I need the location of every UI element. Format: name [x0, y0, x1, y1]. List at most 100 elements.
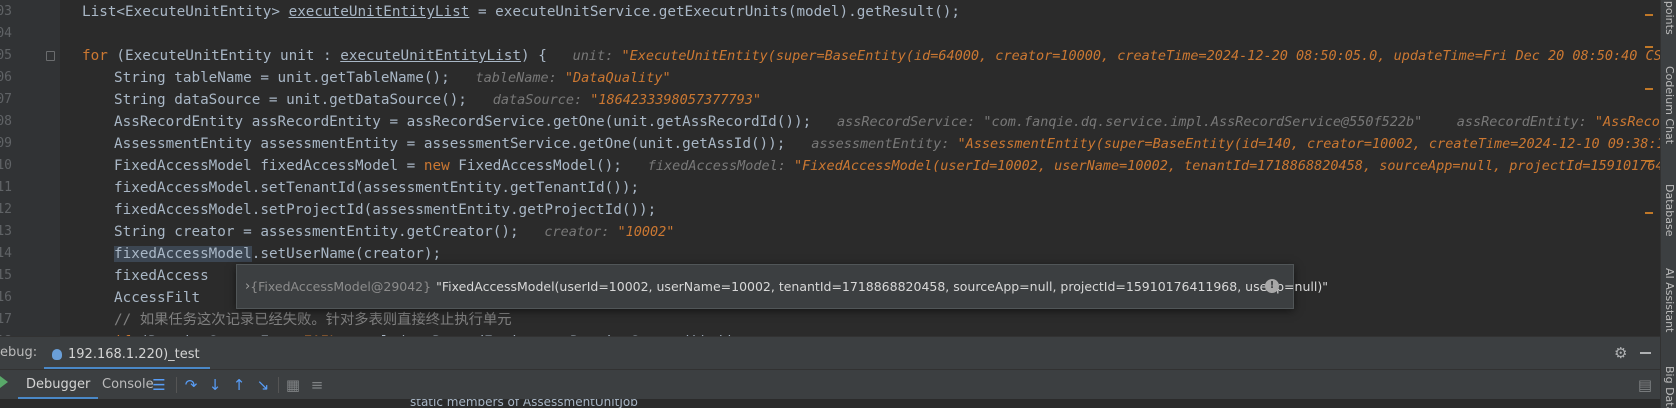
variables-row[interactable]: static members of AssessmentUnitJob [0, 399, 1660, 408]
line-number[interactable]: 108 [0, 111, 12, 133]
evaluate-expression-icon[interactable]: ▦ [284, 376, 302, 394]
code-line[interactable]: // 如果任务这次记录已经失败。针对多表则直接终止执行单元 [114, 309, 512, 331]
code-token: fixedAccessModel [114, 246, 252, 262]
code-line[interactable]: AssRecordEntity assRecordEntity = assRec… [114, 111, 1660, 133]
code-line[interactable]: FixedAccessModel fixedAccessModel = new … [114, 155, 1660, 177]
code-line[interactable]: List<ExecuteUnitEntity> executeUnitEntit… [82, 1, 960, 23]
line-number[interactable]: 109 [0, 133, 12, 155]
inline-debug-value: creator: [544, 224, 618, 240]
code-token: new [423, 158, 450, 174]
run-to-cursor-icon[interactable]: ↘ [254, 376, 272, 394]
code-line[interactable]: AssessmentEntity assessmentEntity = asse… [114, 133, 1660, 155]
error-stripe-marker[interactable] [1645, 160, 1653, 162]
step-out-icon[interactable]: ↑ [230, 376, 248, 394]
line-number[interactable]: 103 [0, 1, 12, 23]
inline-debug-value: "1864233398057377793" [590, 92, 761, 108]
restore-layout-icon[interactable]: ▤ [1636, 376, 1654, 394]
line-number[interactable]: 105 [0, 45, 12, 67]
code-token: String dataSource = unit.getDataSource()… [114, 92, 493, 108]
code-token: = executeUnitService.getExecutrUnits(mod… [469, 4, 960, 20]
line-number[interactable]: 117 [0, 309, 12, 331]
code-token: (ExecuteUnitEntity unit : [107, 48, 341, 64]
inline-debug-value: "AssRecordEnt [1594, 114, 1660, 130]
trace-stream-icon[interactable]: ≡ [308, 376, 326, 394]
code-token: FixedAccessModel(); [449, 158, 648, 174]
code-token: AssessmentEntity assessmentEntity = asse… [114, 136, 812, 152]
tool-window-database[interactable]: Database [1663, 184, 1676, 237]
tooltip-object-type: {FixedAccessModel@29042} [250, 279, 432, 294]
line-number[interactable]: 111 [0, 177, 12, 199]
gear-icon[interactable]: ⚙ [1614, 346, 1627, 361]
tool-window-endpoints[interactable]: Endpoints [1663, 0, 1676, 35]
inline-debug-value: "AssessmentEntity(super=BaseEntity(id=14… [957, 136, 1660, 152]
tool-window-ai-assistant[interactable]: AI Assistant [1663, 268, 1676, 332]
inline-debug-value: fixedAccessModel: [647, 158, 794, 174]
info-icon[interactable]: ! [1265, 279, 1279, 293]
code-line[interactable]: fixedAccess [114, 265, 209, 287]
code-token: executeUnitEntityList [340, 48, 521, 64]
line-number[interactable]: 116 [0, 287, 12, 309]
code-line[interactable]: String tableName = unit.getTableName(); … [114, 67, 671, 89]
line-number[interactable]: 113 [0, 221, 12, 243]
code-token: // 如果任务这次记录已经失败。针对多表则直接终止执行单元 [114, 312, 512, 328]
code-line[interactable]: for (ExecuteUnitEntity unit : executeUni… [82, 45, 1660, 67]
fold-marker-icon[interactable] [46, 51, 55, 61]
code-token: AccessFilt [114, 290, 201, 306]
error-stripe-marker[interactable] [1645, 14, 1653, 16]
step-over-icon[interactable]: ↷ [182, 376, 200, 394]
step-into-icon[interactable]: ↓ [206, 376, 224, 394]
debug-panel-title: Debug: [0, 345, 38, 360]
error-stripe-marker[interactable] [1645, 46, 1653, 48]
line-number[interactable]: 114 [0, 243, 12, 265]
line-gutter: 1031041051061071081091101111121131141151… [0, 0, 60, 349]
code-line[interactable]: fixedAccessModel.setUserName(creator); [114, 243, 441, 265]
line-number[interactable]: 112 [0, 199, 12, 221]
inline-debug-value: tableName: [475, 70, 565, 86]
debugger-toolbar: Debugger Console ☰ ↷ ↓ ↑ ↘ ▦ ≡ ▤ [0, 369, 1660, 400]
code-line[interactable]: AccessFilt [114, 287, 200, 309]
line-number[interactable]: 106 [0, 67, 12, 89]
inline-debug-value: assRecordService: [837, 114, 984, 130]
code-token: fixedAccess [114, 268, 209, 284]
code-line[interactable]: String creator = assessmentEntity.getCre… [114, 221, 674, 243]
line-number[interactable]: 110 [0, 155, 12, 177]
layout-menu-icon[interactable]: ☰ [150, 376, 168, 394]
code-token: .setUserName(creator); [251, 246, 442, 262]
code-token: List<ExecuteUnitEntity> [82, 4, 289, 20]
debug-session-tab[interactable]: 192.168.1.220)_test [44, 341, 210, 370]
toolbar-separator [176, 377, 177, 393]
minimize-icon[interactable] [1640, 352, 1651, 354]
inline-debug-value: "ExecuteUnitEntity(super=BaseEntity(id=6… [621, 48, 1660, 64]
error-stripe-marker[interactable] [1645, 88, 1653, 90]
line-number[interactable]: 107 [0, 89, 12, 111]
resume-icon[interactable] [0, 376, 8, 388]
tab-debugger[interactable]: Debugger [18, 370, 99, 400]
tooltip-object-value: "FixedAccessModel(userId=10002, userName… [436, 279, 1328, 294]
right-tool-strip: Endpoints Codeium Chat Database AI Assis… [1660, 0, 1676, 408]
line-number[interactable]: 104 [0, 23, 12, 45]
code-line[interactable]: fixedAccessModel.setProjectId(assessment… [114, 199, 656, 221]
inline-debug-value: "FixedAccessModel(userId=10002, userName… [794, 158, 1660, 174]
code-token: for [82, 48, 108, 64]
code-token: fixedAccessModel.setTenantId(assessmentE… [114, 180, 640, 196]
tool-window-codeium-chat[interactable]: Codeium Chat [1663, 66, 1676, 144]
inline-debug-value: dataSource: [492, 92, 591, 108]
code-token: executeUnitEntityList [288, 4, 470, 20]
code-token: fixedAccessModel.setProjectId(assessment… [114, 202, 657, 218]
debug-panel-header: Debug: 192.168.1.220)_test ⚙ [0, 336, 1660, 370]
inline-debug-value: unit: [572, 48, 622, 64]
inline-debug-value: assRecordEntity: [1456, 114, 1595, 130]
code-token: FixedAccessModel fixedAccessModel = [114, 158, 424, 174]
line-number[interactable]: 115 [0, 265, 12, 287]
debug-value-tooltip[interactable]: › {FixedAccessModel@29042} "FixedAccessM… [236, 264, 1328, 309]
code-line[interactable]: String dataSource = unit.getDataSource()… [114, 89, 761, 111]
inline-debug-value: assessmentEntity: [811, 136, 958, 152]
tool-window-big-data[interactable]: Big Data [1663, 366, 1676, 408]
code-line[interactable]: fixedAccessModel.setTenantId(assessmentE… [114, 177, 639, 199]
variable-label: static members of AssessmentUnitJob [410, 399, 638, 408]
code-token: String tableName = unit.getTableName(); [114, 70, 476, 86]
error-stripe-marker[interactable] [1645, 212, 1653, 214]
debug-session-label: 192.168.1.220)_test [68, 346, 200, 362]
toolbar-separator [278, 377, 279, 393]
